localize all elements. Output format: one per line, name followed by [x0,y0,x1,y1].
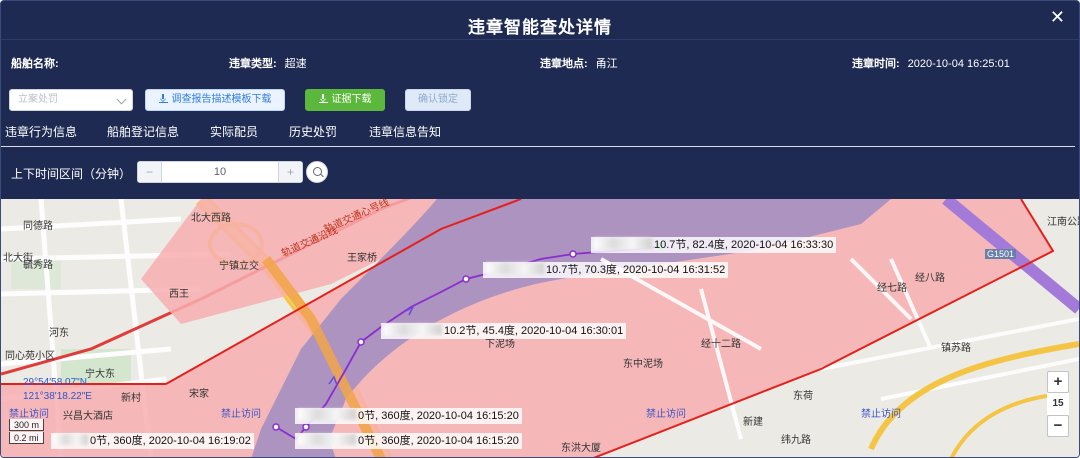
place-label: 新村 [121,393,141,404]
search-icon[interactable] [306,161,328,183]
masked-ship-id [384,324,442,335]
highway-shield: G1501 [985,249,1017,259]
place-label: 同德路 [23,221,53,232]
tab-history-penalty[interactable]: 历史处罚 [289,123,337,140]
place-label: 宋家 [189,389,209,400]
violation-location-field: 违章地点: 甬江 [540,55,618,71]
place-label: 西王 [169,289,189,300]
tab-violation-notice[interactable]: 违章信息告知 [369,123,441,140]
track-tooltip: 0节, 360度, 2020-10-04 16:19:02 [51,433,254,449]
masked-ship-id [486,263,544,274]
longitude-readout: 121°38'18.22"E [23,391,92,402]
header-divider [1,39,1079,40]
tab-ship-registration[interactable]: 船舶登记信息 [107,123,179,140]
place-label: 新建 [743,417,763,428]
scale-imperial: 0.2 mi [9,432,44,444]
action-select[interactable]: 立案处罚 [9,89,133,111]
confirm-lock-button[interactable]: 确认锁定 [405,89,471,111]
place-label: 同心苑小区 [5,351,55,362]
violation-location-value: 甬江 [595,58,618,70]
evidence-download-label: 证据下载 [331,94,372,105]
masked-ship-id [54,434,88,445]
place-label: 镇苏路 [941,343,971,354]
zoom-in-button[interactable]: + [1047,371,1069,393]
stepper-minus-button[interactable]: − [138,162,162,182]
template-download-button[interactable]: 调查报告描述模板下载 [145,89,285,111]
violation-type-field: 违章类型: 超速 [229,55,307,71]
tabs-underline [1,146,1075,147]
masked-ship-id [298,409,356,420]
place-label: 宁镇立交 [219,261,259,272]
ship-name-label: 船舶名称: [11,58,59,70]
tab-violation-info[interactable]: 违章行为信息 [5,123,77,140]
place-label: 经十二路 [701,339,741,350]
masked-ship-id [594,238,652,249]
track-tooltip: 0节, 360度, 2020-10-04 16:15:20 [295,433,522,449]
violation-time-field: 违章时间: 2020-10-04 16:25:01 [852,55,1010,71]
violation-detail-dialog: 违章智能查处详情 ✕ 船舶名称: 违章类型: 超速 违章地点: 甬江 违章时间: 20… [0,0,1080,458]
place-label: 毓秀路 [23,260,53,271]
violation-type-value: 超速 [284,58,307,70]
track-tooltip: 10.7节, 82.4度, 2020-10-04 16:33:30 [591,237,837,253]
place-label: 东荷 [793,391,813,402]
ship-name-field: 船舶名称: [11,55,67,71]
zoom-out-button[interactable]: − [1047,415,1069,437]
time-range-stepper[interactable]: − 10 + [137,161,303,183]
evidence-download-button[interactable]: 证据下载 [305,89,385,111]
forbidden-area-label: 禁止访问 [646,409,686,420]
zoom-level: 15 [1047,393,1069,415]
place-label: 江南公路 [1047,217,1079,228]
place-label: 王家桥 [347,253,377,264]
stepper-plus-button[interactable]: + [278,162,302,182]
confirm-lock-label: 确认锁定 [418,94,458,105]
place-label: 北大西路 [191,213,231,224]
track-tooltip: 0节, 360度, 2020-10-04 16:15:20 [295,408,522,424]
latitude-readout: 29°54'58.07"N [23,377,87,388]
violation-time-label: 违章时间: [852,58,900,70]
download-icon [318,94,328,103]
forbidden-area-label: 禁止访问 [9,409,49,420]
place-label: 河东 [49,328,69,339]
forbidden-area-label: 禁止访问 [221,409,261,420]
place-label: 东中泥场 [623,359,663,370]
masked-ship-id [298,434,356,445]
place-label: 纬九路 [781,435,811,446]
place-label: 宁大东 [85,369,115,380]
place-label: 经八路 [915,273,945,284]
violation-time-value: 2020-10-04 16:25:01 [907,58,1010,70]
tab-bar: 违章行为信息 船舶登记信息 实际配员 历史处罚 违章信息告知 [1,123,1079,147]
template-download-label: 调查报告描述模板下载 [171,94,272,105]
chevron-down-icon [116,94,127,105]
download-icon [158,94,168,103]
track-tooltip: 10.2节, 45.4度, 2020-10-04 16:30:01 [381,323,627,339]
violation-type-label: 违章类型: [229,58,277,70]
place-label: 经七路 [877,283,907,294]
action-select-placeholder: 立案处罚 [18,94,58,105]
forbidden-area-label: 禁止访问 [861,409,901,420]
tab-actual-crew[interactable]: 实际配员 [210,123,258,140]
place-label: 兴昌大酒店 [63,411,113,422]
stepper-value[interactable]: 10 [162,162,278,182]
place-label: 东洪大厦 [561,443,601,454]
track-map[interactable]: 同德路 北大街 毓秀路 西王 河东 同心苑小区 宁大东 新村 宋家 兴昌大酒店 … [1,199,1079,457]
dialog-title: 违章智能查处详情 [468,18,612,37]
close-icon[interactable]: ✕ [1050,7,1065,28]
track-tooltip: 10.7节, 70.3度, 2020-10-04 16:31:52 [483,262,729,278]
time-range-label: 上下时间区间（分钟） [11,167,132,181]
scale-metric: 300 m [9,419,45,431]
violation-location-label: 违章地点: [540,58,588,70]
